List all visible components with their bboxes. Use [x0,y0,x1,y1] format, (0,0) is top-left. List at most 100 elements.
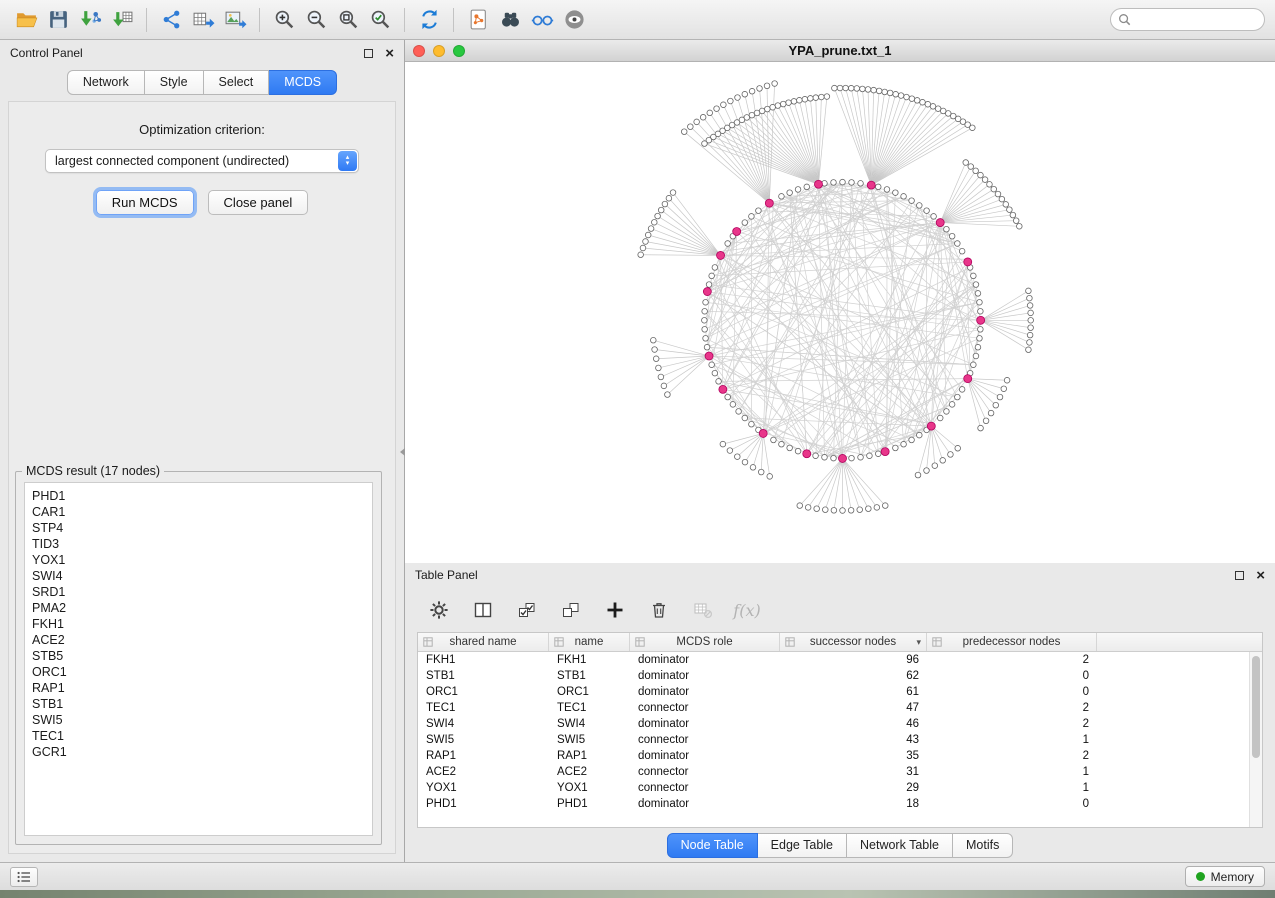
cell-successor-nodes: 43 [780,734,927,746]
table-scrollbar-thumb[interactable] [1252,656,1260,758]
table-toolbar-add-button[interactable] [603,598,627,622]
mcds-result-item[interactable]: STB1 [32,696,365,712]
mcds-result-item[interactable]: SWI4 [32,568,365,584]
mcds-result-item[interactable]: SRD1 [32,584,365,600]
toolbar-import-table-button[interactable] [106,5,138,35]
toolbar-glasses-button[interactable] [526,5,558,35]
search-icon [1118,13,1131,26]
mcds-result-item[interactable]: FKH1 [32,616,365,632]
tab-network-table[interactable]: Network Table [847,833,953,858]
toolbar-binoculars-button[interactable] [494,5,526,35]
table-toolbar-select-all-button[interactable] [515,598,539,622]
tab-mcds[interactable]: MCDS [269,70,337,95]
toolbar-open-button[interactable] [10,5,42,35]
table-scrollbar[interactable] [1249,652,1262,827]
tab-node-table[interactable]: Node Table [667,833,758,858]
toolbar-zoom-in-button[interactable] [268,5,300,35]
mcds-result-item[interactable]: YOX1 [32,552,365,568]
table-row[interactable]: SWI5SWI5connector431 [418,732,1262,748]
close-table-panel-icon[interactable]: × [1256,571,1265,580]
column-header-successor-nodes[interactable]: successor nodes▾ [780,633,927,651]
mcds-result-item[interactable]: STP4 [32,520,365,536]
cell-successor-nodes: 47 [780,702,927,714]
cell-shared-name: PHD1 [418,798,549,810]
tab-style[interactable]: Style [145,70,204,95]
table-toolbar-trash-button[interactable] [647,598,671,622]
run-mcds-button[interactable]: Run MCDS [96,190,194,215]
mcds-result-item[interactable]: CAR1 [32,504,365,520]
table-row[interactable]: RAP1RAP1dominator352 [418,748,1262,764]
column-label: predecessor nodes [963,636,1061,648]
table-row[interactable]: ACE2ACE2connector311 [418,764,1262,780]
gear-icon [429,600,449,620]
column-header-mcds-role[interactable]: MCDS role [630,633,780,651]
zoom-selected-icon [369,8,392,31]
toolbar-zoom-fit-button[interactable] [332,5,364,35]
cell-predecessor-nodes: 0 [927,670,1097,682]
toolbar-zoom-selected-button[interactable] [364,5,396,35]
tab-select[interactable]: Select [204,70,270,95]
cell-predecessor-nodes: 1 [927,782,1097,794]
mcds-result-item[interactable]: PHD1 [32,488,365,504]
toolbar-export-network-button[interactable] [155,5,187,35]
toolbar-export-image-button[interactable] [219,5,251,35]
columns-icon [473,600,493,620]
mcds-result-item[interactable]: GCR1 [32,744,365,760]
optimization-criterion-select[interactable]: largest connected component (undirected)… [45,149,359,173]
mcds-result-item[interactable]: SWI5 [32,712,365,728]
table-row[interactable]: TEC1TEC1connector472 [418,700,1262,716]
table-toolbar-gear-button[interactable] [427,598,451,622]
zoom-in-icon [273,8,296,31]
column-header-shared-name[interactable]: shared name [418,633,549,651]
optimization-criterion-label: Optimization criterion: [9,122,395,137]
close-panel-button[interactable]: Close panel [208,190,309,215]
table-toolbar-columns-button[interactable] [471,598,495,622]
cell-name: TEC1 [549,702,630,714]
toolbar-refresh-button[interactable] [413,5,445,35]
table-row[interactable]: SWI4SWI4dominator462 [418,716,1262,732]
mcds-result-item[interactable]: TID3 [32,536,365,552]
tab-motifs[interactable]: Motifs [953,833,1013,858]
mcds-result-item[interactable]: RAP1 [32,680,365,696]
cell-successor-nodes: 18 [780,798,927,810]
mcds-result-item[interactable]: TEC1 [32,728,365,744]
network-canvas[interactable] [405,62,1275,563]
cell-name: SWI5 [549,734,630,746]
tab-network[interactable]: Network [67,70,145,95]
column-header-predecessor-nodes[interactable]: predecessor nodes [927,633,1097,651]
mcds-result-item[interactable]: PMA2 [32,600,365,616]
toolbar-eye-button[interactable] [558,5,590,35]
task-history-button[interactable] [10,867,38,887]
mcds-result-item[interactable]: STB5 [32,648,365,664]
toolbar-export-table-button[interactable] [187,5,219,35]
float-table-panel-icon[interactable] [1235,571,1244,580]
table-row[interactable]: PHD1PHD1dominator180 [418,796,1262,812]
column-label: successor nodes [810,636,896,648]
table-row[interactable]: YOX1YOX1connector291 [418,780,1262,796]
splitter-collapse-icon[interactable] [400,448,405,456]
float-panel-icon[interactable] [364,49,373,58]
tab-edge-table[interactable]: Edge Table [758,833,847,858]
table-row[interactable]: ORC1ORC1dominator610 [418,684,1262,700]
mcds-result-title: MCDS result (17 nodes) [22,464,164,478]
table-panel-title: Table Panel [415,568,478,582]
network-graph[interactable] [405,62,1275,563]
table-row[interactable]: FKH1FKH1dominator962 [418,652,1262,668]
toolbar-zoom-out-button[interactable] [300,5,332,35]
memory-button[interactable]: Memory [1185,866,1265,887]
toolbar-save-button[interactable] [42,5,74,35]
table-toolbar-table-disabled-button[interactable] [691,598,715,622]
table-toolbar-unselect-all-button[interactable] [559,598,583,622]
mcds-result-item[interactable]: ACE2 [32,632,365,648]
toolbar-import-network-button[interactable] [74,5,106,35]
table-toolbar-fx-button[interactable]: f(x) [735,598,759,622]
mcds-result-item[interactable]: ORC1 [32,664,365,680]
column-header-name[interactable]: name [549,633,630,651]
close-panel-icon[interactable]: × [385,49,394,58]
eye-icon [563,8,586,31]
toolbar-network-file-button[interactable] [462,5,494,35]
search-input[interactable] [1136,13,1257,27]
cell-predecessor-nodes: 0 [927,798,1097,810]
table-row[interactable]: STB1STB1dominator620 [418,668,1262,684]
search-box[interactable] [1110,8,1265,31]
